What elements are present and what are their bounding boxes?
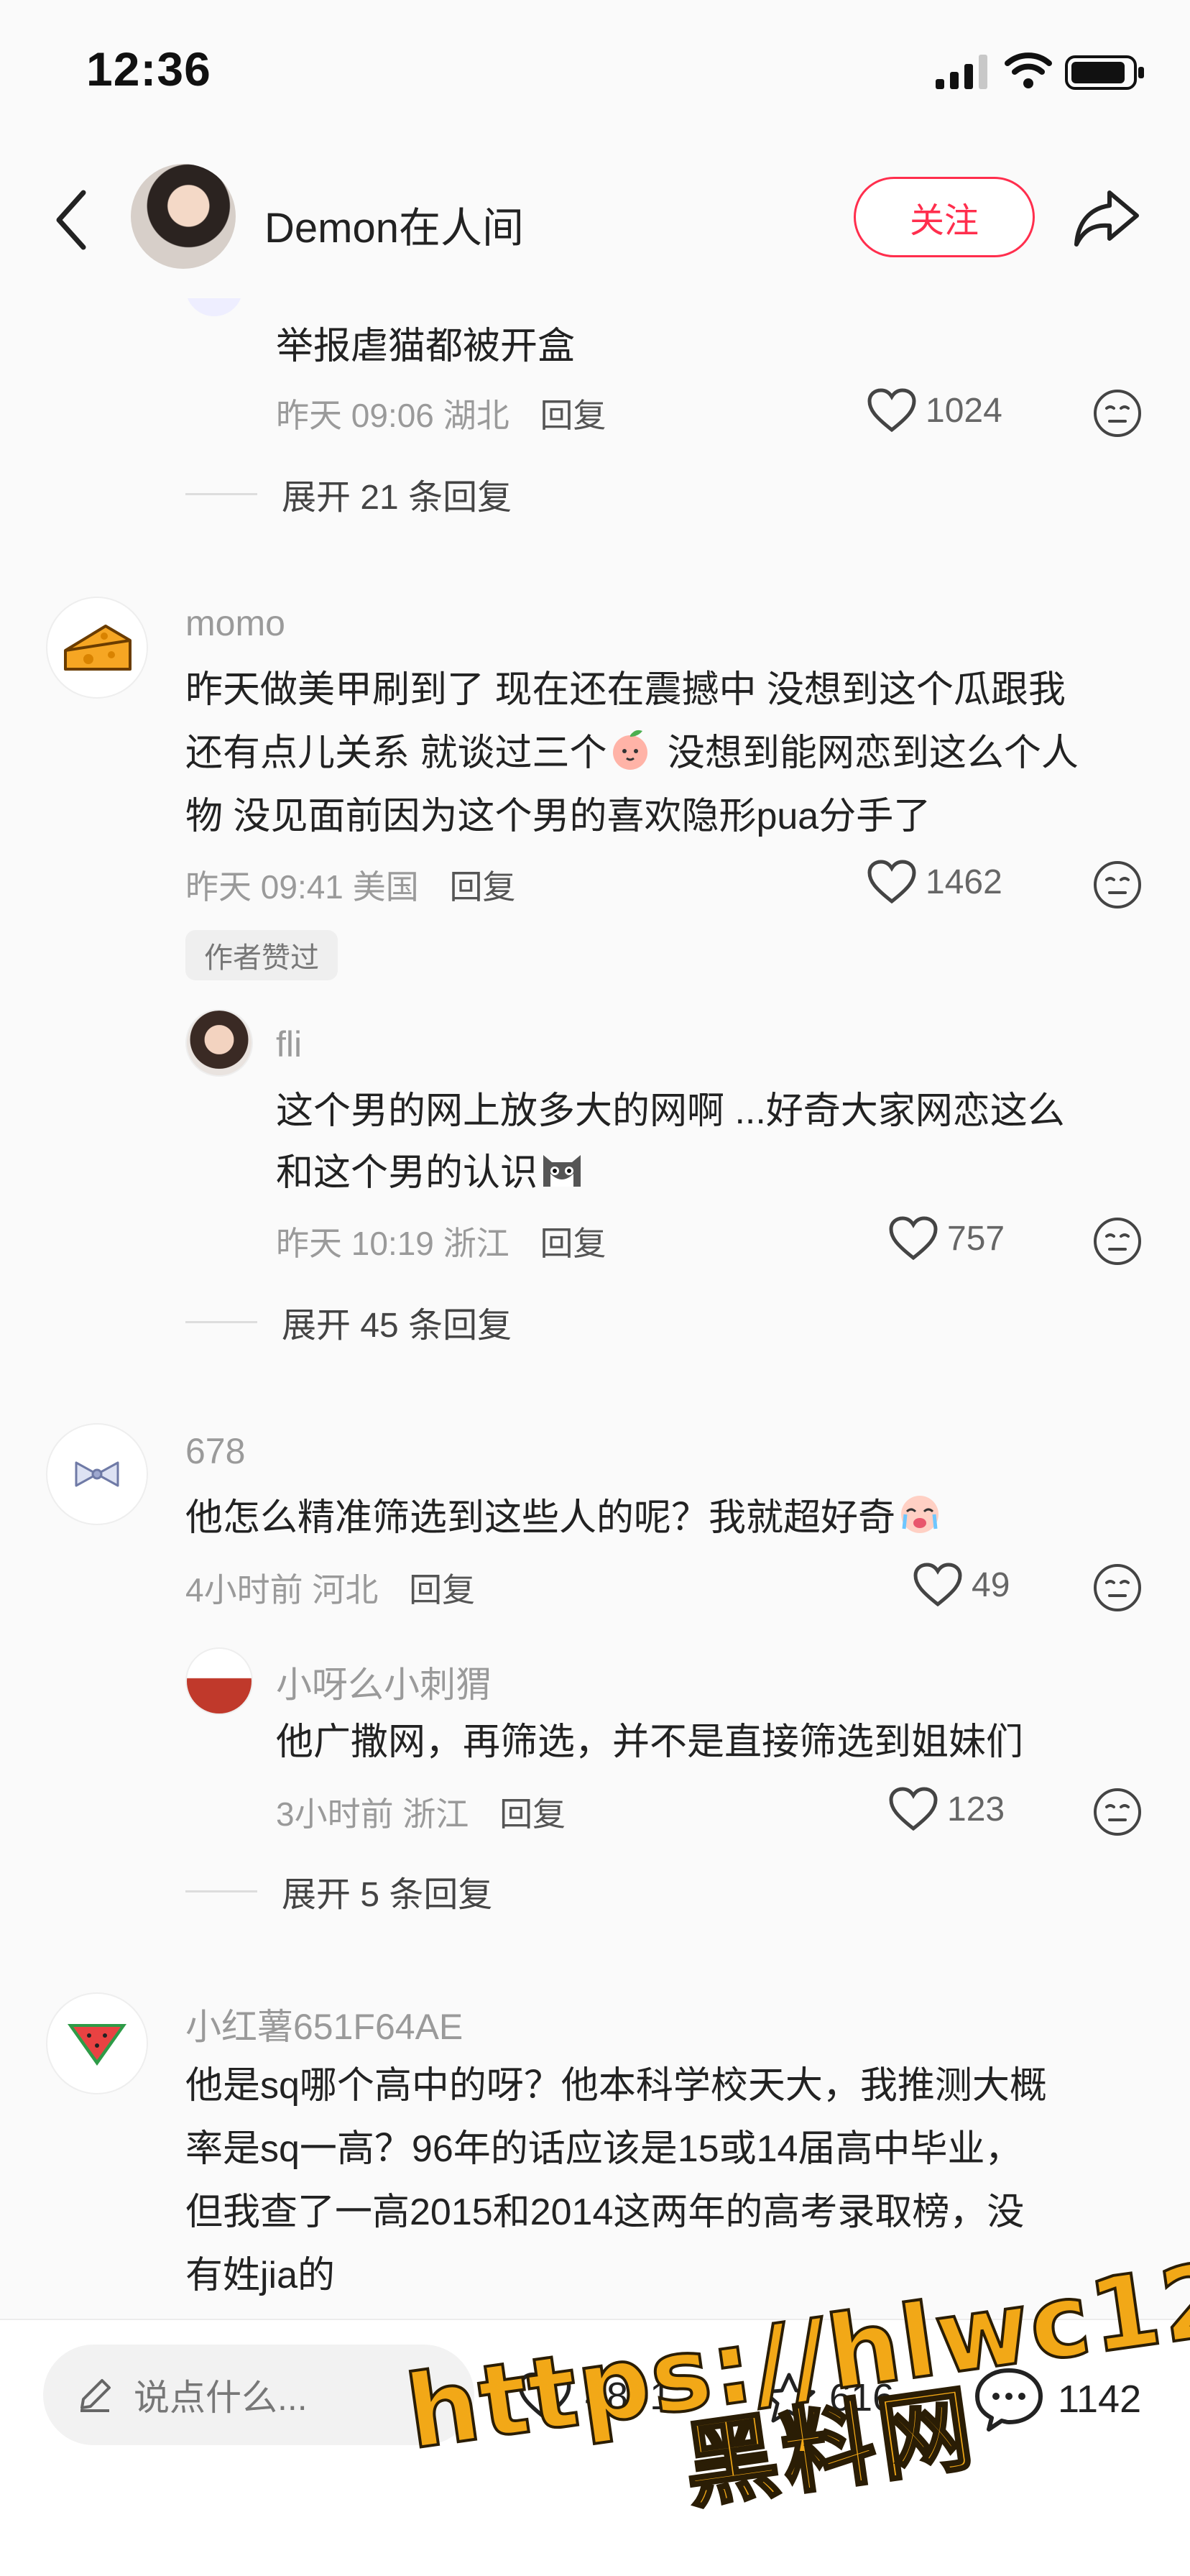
comment-time: 昨天 09:41 [185, 868, 343, 906]
like-button[interactable]: 49 [913, 1563, 1010, 1607]
neutral-face-icon[interactable] [1092, 1563, 1143, 1613]
expand-replies[interactable]: 展开 21 条回复 [185, 469, 512, 519]
like-button[interactable]: 1462 [867, 860, 1002, 904]
comment-text-line: 还有点儿关系 就谈过三个 没想到能网恋到这么个人 [185, 722, 1079, 785]
comment-text-line: 他是sq哪个高中的呀？他本科学校天大，我推测大概 [185, 2065, 1047, 2107]
neutral-face-icon[interactable] [1092, 1216, 1143, 1266]
comment-text-line: 昨天做美甲刷到了 现在还在震撼中 没想到这个瓜跟我 [185, 669, 1066, 711]
comment-input-placeholder: 说点什么... [134, 2378, 308, 2418]
like-count: 1024 [926, 391, 1002, 430]
comment-text-line: 物 没见面前因为这个男的喜欢隐形pua分手了 [185, 796, 931, 837]
expand-replies-label: 展开 21 条回复 [282, 479, 512, 517]
comment-text-segment: 没想到能网恋到这么个人 [657, 732, 1079, 774]
reply-text-line: 和这个男的认识 [276, 1141, 588, 1205]
avatar[interactable] [185, 1009, 253, 1077]
comment-text-segment: 还有点儿关系 就谈过三个 [185, 732, 607, 774]
reply-text: 他广撒网，再筛选，并不是直接筛选到姐妹们 [276, 1721, 1024, 1763]
follow-button[interactable]: 关注 [854, 177, 1035, 257]
expand-replies[interactable]: 展开 5 条回复 [185, 1866, 492, 1916]
comment-location: 美国 [352, 868, 419, 906]
comment-text-line: 率是sq一高？96年的话应该是15或14届高中毕业， [185, 2128, 1023, 2170]
heart-icon [867, 860, 916, 904]
divider-line [185, 492, 257, 495]
comment-time: 4小时前 [185, 1571, 303, 1609]
expand-replies[interactable]: 展开 45 条回复 [185, 1297, 512, 1347]
divider-line [185, 1320, 257, 1323]
comment-text-line: 他怎么精准筛选到这些人的呢？我就超好奇 [185, 1486, 946, 1550]
like-button[interactable]: 123 [888, 1787, 1005, 1831]
expand-replies-label: 展开 45 条回复 [282, 1307, 512, 1345]
comment-meta: 昨天 09:41 美国 回复 [185, 861, 515, 908]
reply-time: 昨天 10:19 [276, 1225, 434, 1262]
cheese-avatar-icon [64, 625, 132, 671]
heart-icon [889, 1216, 938, 1261]
comment-text-segment: 他怎么精准筛选到这些人的呢？我就超好奇 [185, 1497, 896, 1539]
reply-button[interactable]: 回复 [499, 1795, 566, 1833]
battery-icon [1065, 55, 1144, 90]
reply-button[interactable]: 回复 [409, 1571, 475, 1609]
comment-text-line: 但我查了一高2015和2014这两年的高考录取榜，没 [185, 2191, 1025, 2233]
like-count: 1462 [926, 862, 1002, 901]
comment-username[interactable]: 678 [185, 1430, 245, 1472]
comment-username[interactable]: momo [185, 602, 285, 644]
reply-time: 3小时前 [276, 1795, 394, 1833]
divider-line [185, 1890, 257, 1892]
reply-button[interactable]: 回复 [540, 397, 606, 434]
neutral-face-icon[interactable] [1092, 388, 1143, 438]
avatar[interactable] [46, 1992, 148, 2094]
comment-time: 昨天 09:06 [276, 397, 434, 434]
comment-meta: 4小时前 河北 回复 [185, 1564, 475, 1611]
reply-button[interactable]: 回复 [449, 868, 515, 906]
neutral-face-icon[interactable] [1092, 860, 1143, 910]
like-count: 757 [947, 1219, 1005, 1258]
reply-text-segment: 和这个男的认识 [276, 1152, 538, 1194]
reply-username[interactable]: fli [276, 1024, 302, 1065]
reply-button[interactable]: 回复 [540, 1225, 606, 1262]
cat-emoji-icon [538, 1145, 588, 1190]
reply-text-line: 这个男的网上放多大的网啊 ...好奇大家网恋这么 [276, 1090, 1065, 1132]
author-liked-badge: 作者赞过 [185, 930, 338, 980]
wifi-icon [1005, 52, 1052, 88]
expand-replies-label: 展开 5 条回复 [282, 1876, 493, 1914]
like-count: 49 [972, 1565, 1010, 1604]
reply-location: 浙江 [402, 1795, 469, 1833]
crying-emoji-icon [895, 1490, 946, 1535]
comment-location: 河北 [312, 1571, 379, 1609]
comment-location: 湖北 [443, 397, 509, 434]
heart-icon [867, 388, 916, 433]
heart-icon [889, 1787, 938, 1831]
share-icon[interactable] [1072, 185, 1141, 250]
avatar[interactable] [46, 1423, 148, 1525]
avatar[interactable] [46, 597, 148, 699]
comment-username[interactable]: 小红薯651F64AE [185, 1998, 463, 2050]
header-username[interactable]: Demon在人间 [264, 194, 524, 254]
status-time: 12:36 [86, 42, 211, 96]
peach-emoji-icon [606, 727, 657, 771]
watermelon-avatar-icon [68, 2024, 126, 2066]
comment-text-line: 有姓jia的 [185, 2255, 336, 2296]
like-button[interactable]: 757 [888, 1216, 1005, 1261]
like-button[interactable]: 1024 [867, 388, 1002, 433]
comment-count: 1142 [1058, 2378, 1142, 2421]
reply-location: 浙江 [443, 1225, 509, 1262]
neutral-face-icon[interactable] [1092, 1787, 1143, 1837]
reply-meta: 3小时前 浙江 回复 [276, 1788, 566, 1836]
like-count: 123 [947, 1790, 1005, 1828]
header-avatar[interactable] [131, 164, 236, 269]
back-arrow-icon[interactable] [50, 185, 93, 254]
reply-meta: 昨天 10:19 浙江 回复 [276, 1218, 606, 1265]
cellular-signal-icon [936, 55, 987, 89]
heart-icon [913, 1563, 962, 1607]
avatar[interactable] [185, 1647, 253, 1715]
pencil-icon [80, 2379, 111, 2412]
reply-username[interactable]: 小呀么小刺猬 [276, 1656, 492, 1708]
comment-meta: 昨天 09:06 湖北 回复 [276, 390, 606, 437]
comment-text: 举报虐猫都被开盒 [276, 326, 576, 367]
bow-avatar-icon [75, 1461, 119, 1487]
